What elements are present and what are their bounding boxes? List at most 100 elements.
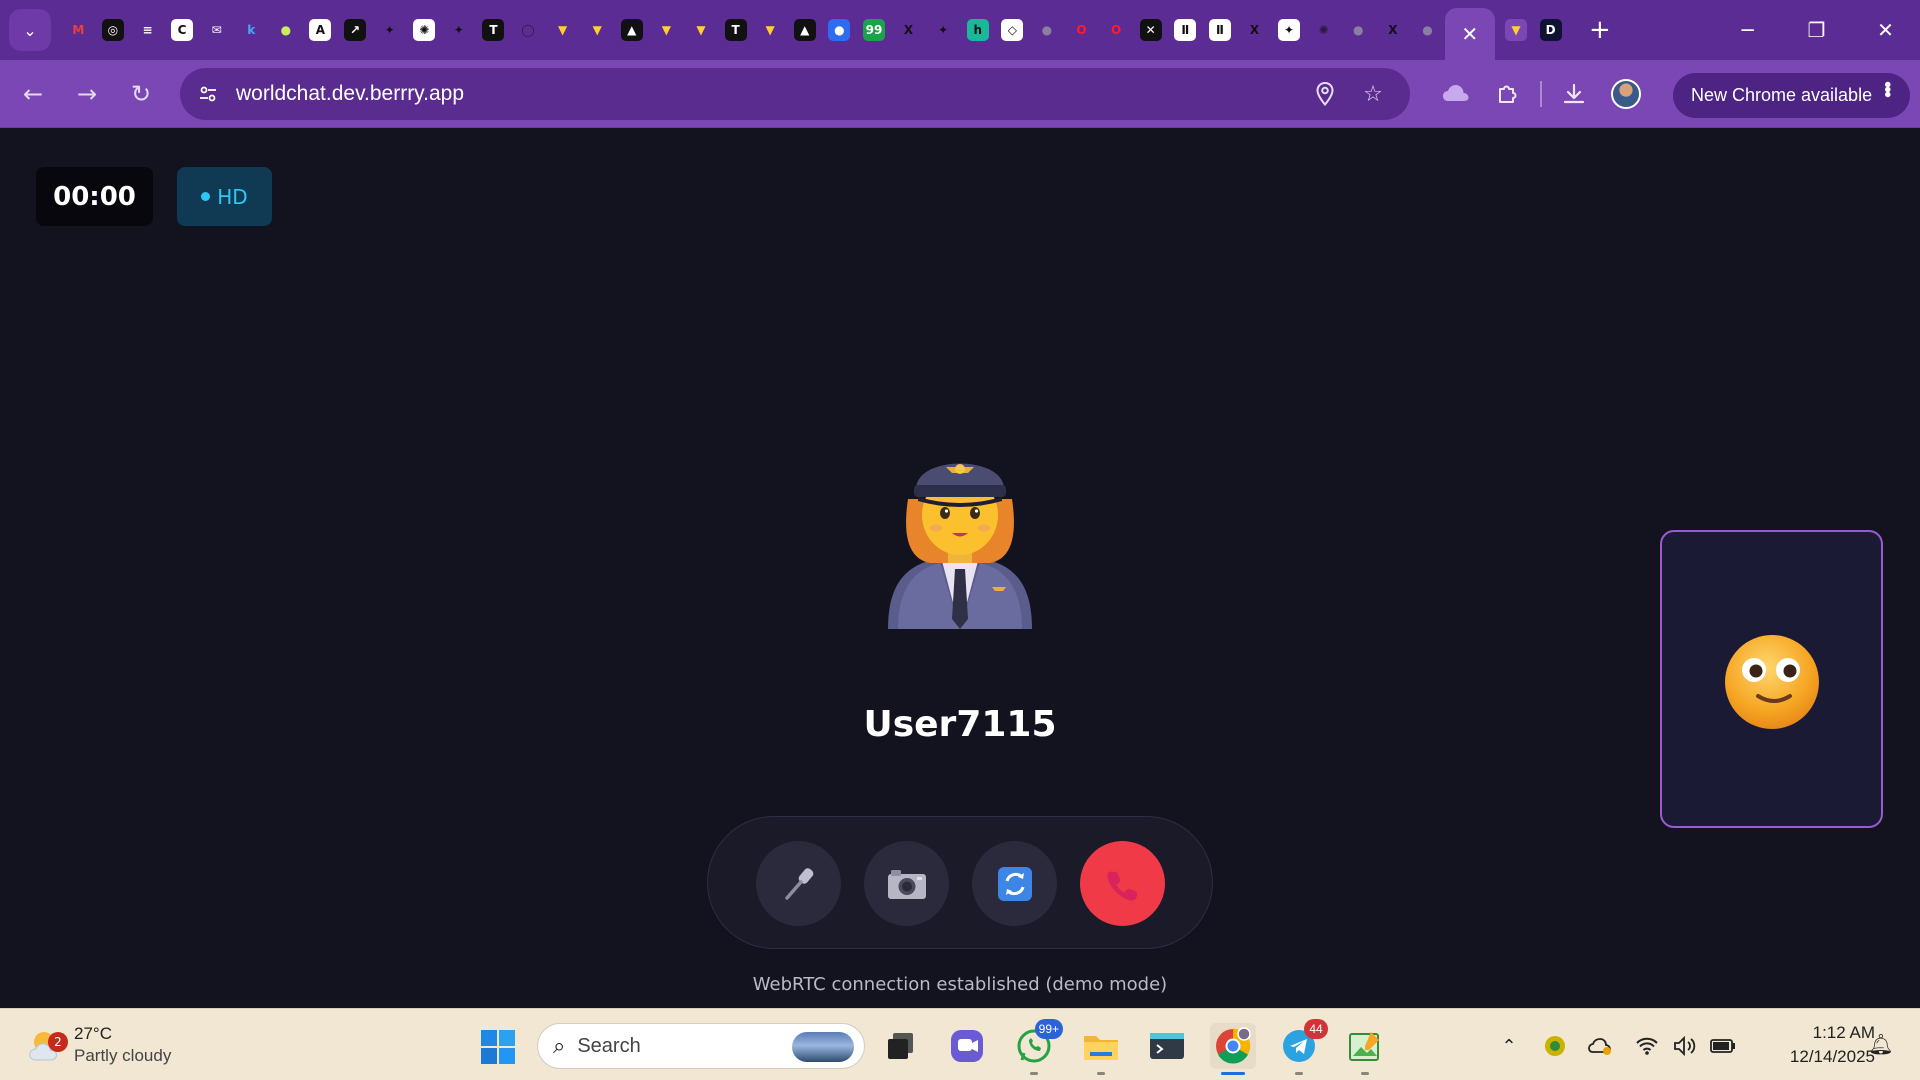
tab-vite-4[interactable]: ▼ <box>684 0 719 60</box>
tab-delta[interactable]: ▲ <box>615 0 650 60</box>
tab-vite-3[interactable]: ▼ <box>649 0 684 60</box>
tab-pause-2[interactable]: Ⅱ <box>1203 0 1238 60</box>
tab-d-app[interactable]: D <box>1533 0 1568 60</box>
tab-x-4[interactable]: X <box>1376 0 1411 60</box>
tab-x-1[interactable]: X <box>891 0 926 60</box>
end-call-button[interactable] <box>1080 841 1165 926</box>
window-controls: ─ ❐ ✕ <box>1713 0 1920 60</box>
weather-alert-badge: 2 <box>48 1032 68 1052</box>
phone-hangup-icon <box>1106 871 1137 901</box>
clock-date: 12/14/2025 <box>1789 1047 1875 1066</box>
location-button[interactable] <box>1310 79 1340 109</box>
tab-vite-5[interactable]: ▼ <box>753 0 788 60</box>
tab-t-app[interactable]: T <box>476 0 511 60</box>
pause-1-favicon-icon: Ⅱ <box>1174 19 1197 41</box>
tab-openai[interactable]: ✺ <box>407 0 442 60</box>
tray-app-button[interactable] <box>1536 1027 1574 1065</box>
tab-opera-2[interactable]: O <box>1099 0 1134 60</box>
mute-microphone-button[interactable] <box>756 841 841 926</box>
show-hidden-icons-button[interactable]: ⌃ <box>1490 1027 1528 1065</box>
chrome-app[interactable] <box>1210 1023 1256 1075</box>
bookmark-star-button[interactable]: ☆ <box>1358 79 1388 109</box>
teams-chat-app[interactable] <box>944 1023 990 1069</box>
photo-editor-app[interactable] <box>1342 1023 1388 1075</box>
new-tab-button[interactable]: + <box>1580 10 1620 50</box>
toggle-camera-button[interactable] <box>864 841 949 926</box>
kebab-menu-icon[interactable]: ••• <box>1875 81 1898 96</box>
window-close-button[interactable]: ✕ <box>1851 0 1920 60</box>
tab-grey-1[interactable]: ● <box>1030 0 1065 60</box>
back-button[interactable]: ← <box>13 74 53 114</box>
tab-pause-1[interactable]: Ⅱ <box>1168 0 1203 60</box>
tab-mail-app[interactable]: ✉ <box>199 0 234 60</box>
task-view-button[interactable] <box>878 1023 924 1069</box>
tab-c-app[interactable]: C <box>165 0 200 60</box>
tab-x-2[interactable]: ✕ <box>1133 0 1168 60</box>
tab-lime-dot[interactable]: ● <box>269 0 304 60</box>
tab-chevron-app[interactable]: ◇ <box>995 0 1030 60</box>
reload-button[interactable]: ↻ <box>121 74 161 114</box>
tab-grey-3[interactable]: ● <box>1410 0 1445 60</box>
self-preview-tile[interactable] <box>1660 530 1883 828</box>
wifi-button[interactable] <box>1628 1027 1666 1065</box>
site-info-button[interactable] <box>190 76 226 112</box>
tab-c-circle[interactable]: ● <box>822 0 857 60</box>
active-tab-close-button[interactable]: ✕ <box>1444 8 1495 60</box>
tab-search-button[interactable]: ⌄ <box>9 9 51 51</box>
pause-2-favicon-icon: Ⅱ <box>1208 19 1231 41</box>
tab-app-logo[interactable]: ◎ <box>96 0 131 60</box>
restore-button[interactable]: ❐ <box>1782 0 1851 60</box>
tab-x-3[interactable]: X <box>1237 0 1272 60</box>
tab-openai-2[interactable]: ✺ <box>1306 0 1341 60</box>
notifications-button[interactable]: 🔔︎ <box>1866 1029 1896 1059</box>
battery-button[interactable] <box>1704 1027 1742 1065</box>
start-button[interactable] <box>480 1029 516 1065</box>
tab-h-app[interactable]: h <box>960 0 995 60</box>
close-icon: ✕ <box>1461 22 1479 46</box>
new-chrome-available-button[interactable]: New Chrome available ••• <box>1673 73 1910 118</box>
switch-camera-button[interactable] <box>972 841 1057 926</box>
tab-sparkle[interactable]: ✦ <box>1272 0 1307 60</box>
extension-cloud-button[interactable] <box>1430 68 1482 120</box>
file-explorer-app[interactable] <box>1078 1023 1124 1075</box>
forward-button[interactable]: → <box>67 74 107 114</box>
tab-a-app[interactable]: A <box>303 0 338 60</box>
tab-export-app[interactable]: ↗ <box>338 0 373 60</box>
onedrive-button[interactable] <box>1582 1027 1620 1065</box>
whatsapp-unread-badge: 99+ <box>1034 1019 1063 1039</box>
address-bar[interactable]: worldchat.dev.berrry.app ☆ <box>180 68 1410 120</box>
tab-grey-2[interactable]: ● <box>1341 0 1376 60</box>
downloads-button[interactable] <box>1548 68 1600 120</box>
tab-vite-2[interactable]: ▼ <box>580 0 615 60</box>
url-text[interactable]: worldchat.dev.berrry.app <box>236 82 464 106</box>
tab-delta-2[interactable]: ▲ <box>787 0 822 60</box>
tab-opera-1[interactable]: O <box>1064 0 1099 60</box>
tab-github[interactable]: ◯ <box>511 0 546 60</box>
t-app-2-favicon-icon: T <box>724 19 747 41</box>
profile-button[interactable] <box>1600 68 1652 120</box>
tab-gemini[interactable]: ✦ <box>372 0 407 60</box>
system-clock[interactable]: 1:12 AM 12/14/2025 <box>1755 1021 1875 1069</box>
terminal-app[interactable] <box>1144 1023 1190 1069</box>
volume-button[interactable] <box>1666 1027 1704 1065</box>
telegram-app[interactable]: 44 <box>1276 1019 1328 1075</box>
tab-menu-doc[interactable]: ≡ <box>130 0 165 60</box>
chevron-app-favicon-icon: ◇ <box>1001 19 1024 41</box>
weather-widget[interactable]: 2 27°C Partly cloudy <box>26 1017 171 1073</box>
whatsapp-app[interactable]: 99+ <box>1011 1019 1063 1075</box>
tab-gemini-2[interactable]: ✦ <box>442 0 477 60</box>
tab-gmail[interactable]: M <box>61 0 96 60</box>
extensions-button[interactable] <box>1482 68 1534 120</box>
tab-vite-1[interactable]: ▼ <box>545 0 580 60</box>
video-call-page: 00:00 HD User7115 WebRTC connection esta… <box>0 129 1920 1008</box>
chevron-up-icon: ⌃ <box>1501 1035 1517 1057</box>
tab-k-app[interactable]: k <box>234 0 269 60</box>
tab-t-app-2[interactable]: T <box>718 0 753 60</box>
taskbar-search-box[interactable]: ⌕ Search <box>537 1023 865 1069</box>
search-highlight-image <box>792 1032 854 1062</box>
tab-badge-app[interactable]: 99 <box>857 0 892 60</box>
tab-gemini-3[interactable]: ✦ <box>926 0 961 60</box>
tab-vite-6[interactable]: ▼ <box>1499 0 1534 60</box>
speaker-icon <box>1674 1035 1696 1057</box>
minimize-button[interactable]: ─ <box>1713 0 1782 60</box>
